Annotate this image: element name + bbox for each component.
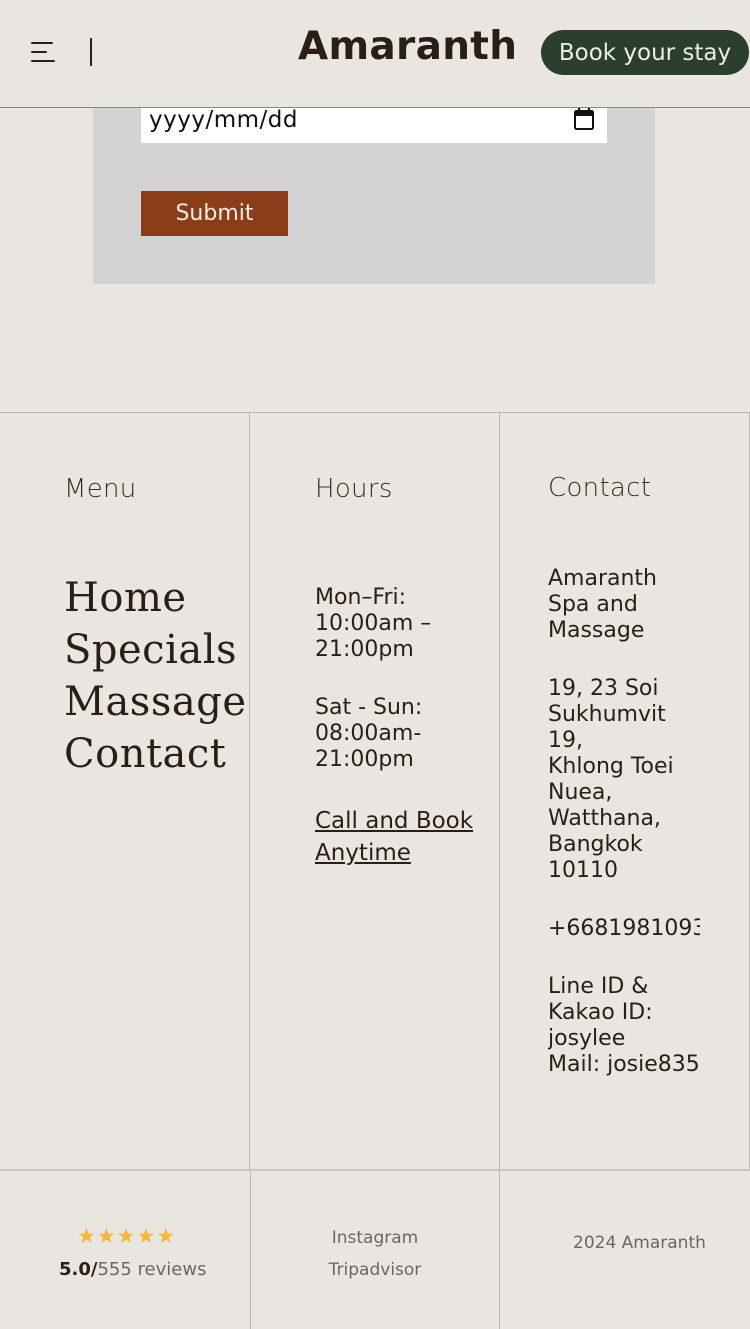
menu-link-massage[interactable]: Massage xyxy=(64,676,246,728)
email-address[interactable]: Mail: josie835@gmail.com xyxy=(548,1052,700,1078)
site-header: Amaranth Book your stay xyxy=(0,0,750,108)
footer-column-divider xyxy=(249,412,250,1169)
contact-block: Amaranth Spa and Massage 19, 23 Soi Sukh… xyxy=(548,566,700,1078)
star-icon: ★ xyxy=(116,1224,136,1248)
menu-link-contact[interactable]: Contact xyxy=(64,728,246,780)
tripadvisor-link[interactable]: Tripadvisor xyxy=(250,1260,500,1280)
footer-top-divider xyxy=(0,412,750,413)
hamburger-menu-icon[interactable] xyxy=(31,42,56,64)
hours-heading: Hours xyxy=(315,474,393,504)
footer-bottom-column-divider xyxy=(499,1171,500,1329)
call-and-book-link[interactable]: Call and Book Anytime xyxy=(315,805,495,869)
footer-bottom-divider xyxy=(0,1169,750,1171)
book-your-stay-button[interactable]: Book your stay xyxy=(541,30,749,75)
copyright: 2024 Amaranth xyxy=(573,1233,706,1253)
menu-link-home[interactable]: Home xyxy=(64,572,246,624)
star-icon: ★ xyxy=(96,1224,116,1248)
star-icon: ★ xyxy=(156,1224,176,1248)
contact-heading: Contact xyxy=(548,473,652,503)
instagram-link[interactable]: Instagram xyxy=(250,1228,500,1248)
menu-link-specials[interactable]: Specials xyxy=(64,624,246,676)
star-icon: ★ xyxy=(136,1224,156,1248)
line-kakao-id: Line ID & Kakao ID: josylee xyxy=(548,974,653,1051)
footer-bottom-column-divider xyxy=(250,1171,251,1329)
rating-summary: 5.0/555 reviews xyxy=(59,1259,206,1280)
weekday-hours: Mon–Fri: 10:00am – 21:00pm xyxy=(315,585,432,662)
address: 19, 23 Soi Sukhumvit 19, Khlong Toei Nue… xyxy=(548,676,674,883)
star-icon: ★ xyxy=(77,1224,96,1248)
rating-stars: ★ ★ ★ ★ ★ xyxy=(77,1225,175,1247)
hours-block: Mon–Fri: 10:00am – 21:00pm Sat - Sun: 08… xyxy=(315,585,495,869)
site-logo[interactable]: Amaranth xyxy=(298,24,517,69)
calendar-icon[interactable] xyxy=(573,107,595,131)
header-divider xyxy=(90,38,92,66)
menu-heading: Menu xyxy=(64,474,137,504)
submit-button[interactable]: Submit xyxy=(141,191,288,236)
weekend-hours: Sat - Sun: 08:00am- 21:00pm xyxy=(315,695,423,772)
business-name: Amaranth Spa and Massage xyxy=(548,566,658,643)
footer-column-divider xyxy=(499,412,500,1169)
rating-score: 5.0/ xyxy=(59,1259,98,1280)
phone-number[interactable]: +66819810933 xyxy=(548,916,700,942)
review-count: 555 reviews xyxy=(97,1259,207,1280)
footer-menu: Home Specials Massage Contact xyxy=(64,572,246,780)
date-placeholder: yyyy/mm/dd xyxy=(149,107,298,133)
